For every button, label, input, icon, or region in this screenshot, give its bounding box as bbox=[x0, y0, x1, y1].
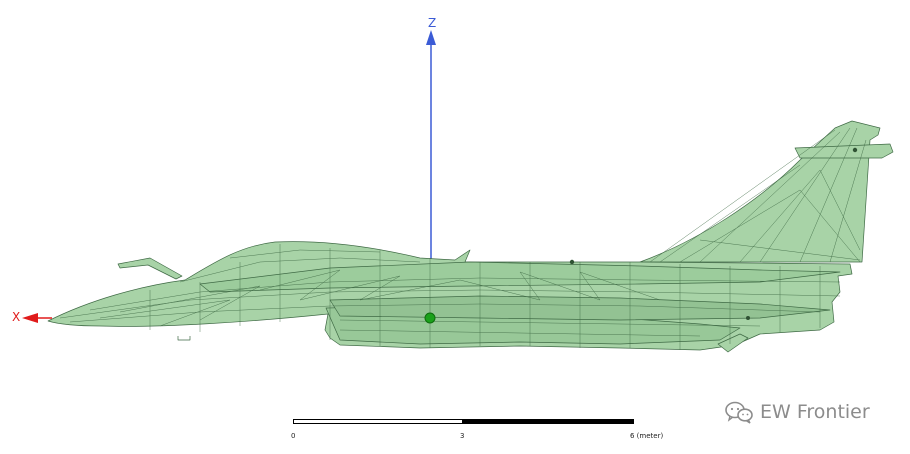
wechat-icon bbox=[725, 401, 753, 424]
z-axis bbox=[426, 30, 436, 262]
scale-tick-6: 6 (meter) bbox=[630, 432, 664, 440]
tail-fin-cap bbox=[794, 143, 894, 159]
scale-segment-white bbox=[293, 419, 463, 424]
watermark-text: EW Frontier bbox=[760, 401, 870, 423]
aircraft-model bbox=[47, 120, 894, 353]
vertical-tail bbox=[639, 120, 881, 263]
aircraft-scene bbox=[22, 30, 894, 353]
x-axis bbox=[22, 313, 52, 323]
z-axis-arrowhead bbox=[426, 30, 436, 45]
watermark: EW Frontier bbox=[724, 399, 870, 425]
scale-tick-3: 3 bbox=[460, 432, 465, 440]
3d-viewport[interactable] bbox=[0, 0, 910, 449]
center-of-mass-marker bbox=[424, 312, 436, 324]
z-axis-label: Z bbox=[428, 16, 437, 30]
x-axis-arrowhead bbox=[22, 313, 38, 323]
refuel-probe bbox=[117, 257, 183, 280]
scale-bar: 0 3 6 (meter) bbox=[291, 419, 663, 440]
scale-segment-black bbox=[463, 419, 634, 424]
scale-tick-0: 0 bbox=[291, 432, 296, 440]
x-axis-label: X bbox=[12, 310, 21, 324]
